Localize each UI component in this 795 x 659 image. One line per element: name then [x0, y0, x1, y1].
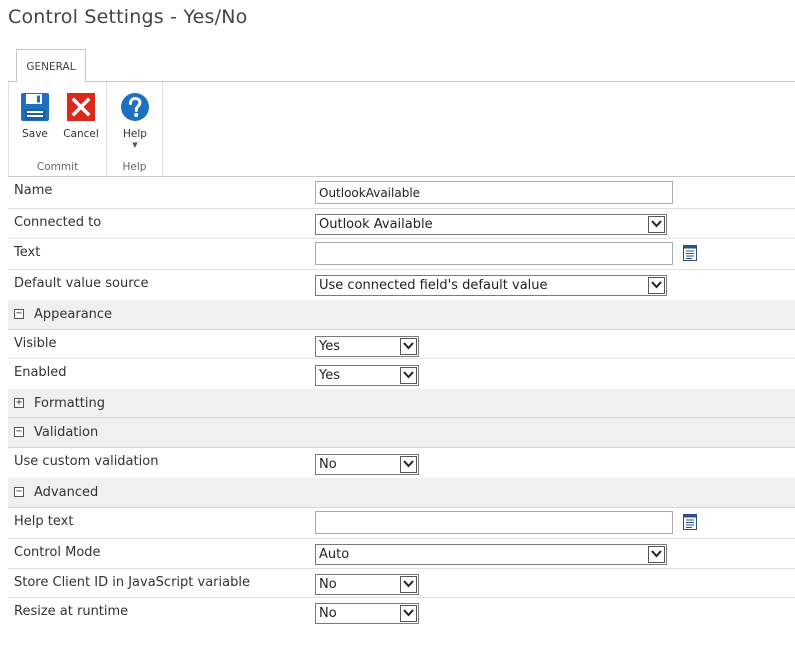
settings-form: Name Connected to Outlook Available Text… — [8, 177, 795, 628]
ribbon-group-help: Help ▼ Help — [107, 82, 163, 176]
name-label: Name — [14, 183, 53, 198]
use-custom-validation-label: Use custom validation — [14, 454, 159, 469]
save-button[interactable]: Save — [13, 92, 57, 140]
formatting-title: Formatting — [34, 396, 106, 411]
use-custom-validation-select[interactable]: No — [315, 454, 419, 475]
help-text-input[interactable] — [315, 511, 673, 534]
row-name: Name — [8, 177, 795, 209]
row-text: Text — [8, 239, 795, 270]
ribbon: Save Cancel Commit Help ▼ Help — [8, 82, 163, 176]
cancel-icon — [67, 93, 95, 121]
row-help-text: Help text — [8, 508, 795, 539]
enabled-label: Enabled — [14, 365, 67, 380]
row-resize-at-runtime: Resize at runtime No — [8, 598, 795, 628]
expand-icon[interactable]: + — [14, 398, 24, 408]
row-enabled: Enabled Yes — [8, 359, 795, 389]
section-formatting[interactable]: + Formatting — [8, 389, 795, 418]
text-input[interactable] — [315, 242, 673, 265]
cancel-label: Cancel — [63, 128, 99, 140]
use-custom-validation-value: No — [319, 457, 337, 472]
appearance-title: Appearance — [34, 307, 113, 322]
chevron-down-icon: ▼ — [132, 141, 138, 149]
document-icon[interactable] — [683, 514, 697, 530]
visible-value: Yes — [319, 339, 340, 354]
store-client-id-select[interactable]: No — [315, 574, 419, 595]
chevron-down-icon — [400, 338, 417, 355]
chevron-down-icon — [648, 277, 665, 294]
help-group-label: Help — [122, 161, 147, 173]
chevron-down-icon — [648, 216, 665, 233]
connected-to-label: Connected to — [14, 215, 102, 230]
help-icon — [121, 93, 149, 121]
enabled-value: Yes — [319, 368, 340, 383]
enabled-select[interactable]: Yes — [315, 365, 419, 386]
name-input[interactable] — [315, 181, 673, 204]
help-text-label: Help text — [14, 514, 74, 529]
help-button[interactable]: Help ▼ — [113, 92, 157, 149]
connected-to-select[interactable]: Outlook Available — [315, 214, 667, 235]
resize-at-runtime-value: No — [319, 606, 337, 621]
validation-title: Validation — [34, 425, 99, 440]
resize-at-runtime-label: Resize at runtime — [14, 604, 129, 619]
collapse-icon[interactable]: − — [14, 487, 24, 497]
help-label: Help — [123, 128, 147, 140]
document-icon[interactable] — [683, 245, 697, 261]
text-label: Text — [14, 245, 41, 260]
collapse-icon[interactable]: − — [14, 309, 24, 319]
chevron-down-icon — [400, 605, 417, 622]
control-mode-select[interactable]: Auto — [315, 544, 667, 565]
advanced-title: Advanced — [34, 485, 99, 500]
row-visible: Visible Yes — [8, 330, 795, 359]
chevron-down-icon — [400, 576, 417, 593]
row-connected-to: Connected to Outlook Available — [8, 209, 795, 239]
visible-select[interactable]: Yes — [315, 336, 419, 357]
store-client-id-label: Store Client ID in JavaScript variable — [14, 575, 250, 590]
save-label: Save — [22, 128, 48, 140]
chevron-down-icon — [648, 546, 665, 563]
row-control-mode: Control Mode Auto — [8, 539, 795, 569]
tab-general[interactable]: GENERAL — [16, 49, 86, 82]
connected-to-value: Outlook Available — [319, 217, 433, 232]
section-advanced[interactable]: − Advanced — [8, 478, 795, 508]
cancel-button[interactable]: Cancel — [59, 92, 103, 140]
row-use-custom-validation: Use custom validation No — [8, 448, 795, 478]
control-mode-label: Control Mode — [14, 545, 101, 560]
store-client-id-value: No — [319, 577, 337, 592]
control-mode-value: Auto — [319, 547, 350, 562]
resize-at-runtime-select[interactable]: No — [315, 603, 419, 624]
section-appearance[interactable]: − Appearance — [8, 300, 795, 330]
row-store-client-id: Store Client ID in JavaScript variable N… — [8, 569, 795, 598]
save-icon — [21, 93, 49, 121]
chevron-down-icon — [400, 367, 417, 384]
chevron-down-icon — [400, 456, 417, 473]
page-title: Control Settings - Yes/No — [8, 6, 248, 28]
default-value-source-value: Use connected field's default value — [319, 278, 548, 293]
visible-label: Visible — [14, 336, 57, 351]
default-value-source-select[interactable]: Use connected field's default value — [315, 275, 667, 296]
commit-group-label: Commit — [36, 161, 79, 173]
collapse-icon[interactable]: − — [14, 427, 24, 437]
ribbon-group-commit: Save Cancel Commit — [8, 82, 107, 176]
row-default-value-source: Default value source Use connected field… — [8, 270, 795, 300]
default-value-source-label: Default value source — [14, 276, 149, 291]
section-validation[interactable]: − Validation — [8, 418, 795, 448]
